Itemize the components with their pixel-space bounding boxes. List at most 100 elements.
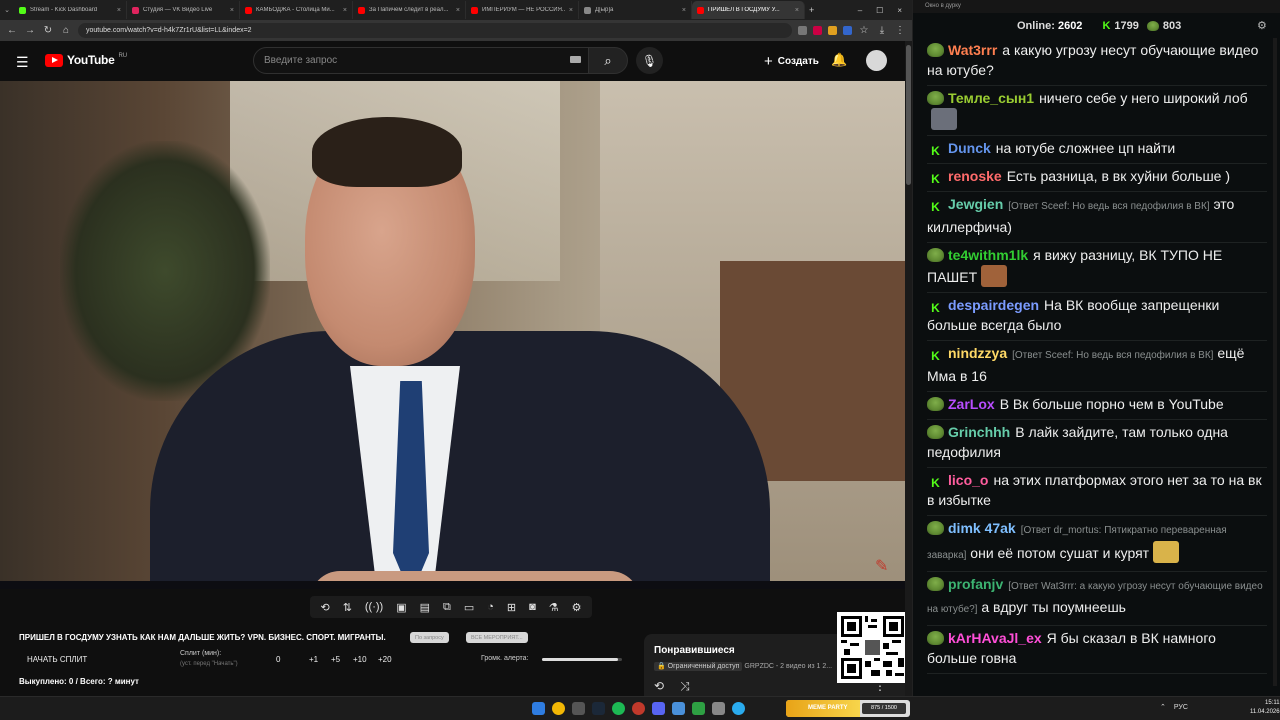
url-field[interactable]: youtube.com/watch?v=d-h4k7Zr1rU&list=LL&… (78, 23, 792, 38)
youtube-logo[interactable]: YouTube RU (45, 53, 127, 67)
watch-later-icon[interactable]: ▣ (396, 601, 406, 614)
discord-icon[interactable] (652, 702, 665, 715)
reload-icon[interactable]: ↻ (42, 25, 54, 36)
tab-close-icon[interactable]: × (456, 7, 460, 14)
chat-username[interactable]: despairdegen (948, 297, 1039, 313)
chat-username[interactable]: Jewgien (948, 196, 1003, 212)
alert-volume-slider[interactable] (542, 658, 622, 661)
app-icon[interactable] (632, 702, 645, 715)
picture-in-picture-icon[interactable]: ⧉ (443, 601, 451, 614)
app-icon[interactable] (712, 702, 725, 715)
avatar[interactable] (866, 50, 887, 71)
search-input[interactable]: Введите запрос (253, 47, 591, 74)
tab-favicon-icon (19, 6, 26, 14)
tag-pill[interactable]: ВСЕ МЕРОПРИЯТ... (466, 632, 528, 643)
maximize-button[interactable]: ☐ (876, 6, 883, 15)
tray-chevron-icon[interactable]: ⌃ (1160, 703, 1166, 711)
chat-username[interactable]: Dunck (948, 140, 991, 156)
extension-icon[interactable] (798, 26, 807, 35)
meme-party-widget[interactable]: MEME PARTY 875 / 1500 (786, 700, 910, 717)
tab-close-icon[interactable]: × (795, 7, 799, 14)
chat-username[interactable]: te4withm1lk (948, 247, 1028, 263)
loop-icon[interactable]: ⟲ (320, 601, 329, 614)
chat-username[interactable]: dimk 47ak (948, 520, 1016, 536)
speed-icon[interactable]: ◔ (487, 601, 494, 613)
voice-search-button[interactable]: 🎙 (636, 47, 663, 74)
split-add-10-button[interactable]: +10 (353, 655, 367, 664)
tag-pill[interactable]: По запросу (410, 632, 449, 643)
app-icon[interactable] (692, 702, 705, 715)
spotify-icon[interactable] (612, 702, 625, 715)
add-icon[interactable]: ⊞ (507, 601, 516, 614)
browser-tab[interactable]: Stream - Kick Dashboard × (14, 1, 127, 19)
chat-username[interactable]: renoske (948, 168, 1002, 184)
sort-icon[interactable]: ⇅ (343, 601, 352, 614)
browser-tab[interactable]: Д[ыр]а × (579, 1, 692, 19)
chat-username[interactable]: nindzzya (948, 345, 1007, 361)
split-add-5-button[interactable]: +5 (331, 655, 340, 664)
chat-username[interactable]: lico_o (948, 472, 988, 488)
tab-close-icon[interactable]: × (682, 7, 686, 14)
chat-settings-gear-icon[interactable]: ⚙ (1257, 19, 1267, 32)
close-window-button[interactable]: × (897, 6, 902, 15)
settings-gear-icon[interactable]: ⚙ (572, 601, 582, 614)
extension-icon[interactable] (843, 26, 852, 35)
obs-icon[interactable] (672, 702, 685, 715)
clapper-icon[interactable]: ▤ (420, 601, 430, 614)
tab-title: Д[ыр]а (595, 7, 614, 13)
language-indicator[interactable]: РУС (1174, 704, 1188, 711)
chrome-icon[interactable] (552, 702, 565, 715)
keyboard-icon[interactable] (570, 56, 581, 63)
chat-username[interactable]: ZarLox (948, 396, 995, 412)
page-scrollbar-thumb[interactable] (906, 45, 911, 185)
chat-emote (1153, 541, 1180, 563)
home-icon[interactable]: ⌂ (60, 25, 72, 36)
notifications-bell-icon[interactable]: 🔔 (831, 52, 847, 68)
hamburger-menu-icon[interactable]: ☰ (16, 54, 29, 71)
browser-tab[interactable]: За Папичем следит в реал... × (353, 1, 466, 19)
theater-icon[interactable]: ▭ (464, 601, 474, 614)
tab-close-icon[interactable]: × (230, 7, 234, 14)
chat-username[interactable]: Wat3rrr (948, 42, 997, 58)
start-button-icon[interactable] (532, 702, 545, 715)
screenshot-icon[interactable]: ◙ (529, 601, 536, 613)
chat-username[interactable]: Grinchhh (948, 424, 1010, 440)
tab-search-icon[interactable]: ⌄ (0, 6, 14, 14)
steam-icon[interactable] (592, 702, 605, 715)
create-button[interactable]: + Создать (756, 48, 827, 74)
download-icon[interactable]: ⤓ (876, 25, 888, 36)
split-add-20-button[interactable]: +20 (378, 655, 392, 664)
back-icon[interactable]: ← (6, 25, 18, 36)
minimize-button[interactable]: – (858, 6, 862, 15)
browser-tab[interactable]: КАМБОДЖА - Столица Ми... × (240, 1, 353, 19)
split-value[interactable]: 0 (276, 655, 280, 664)
chat-message: ZarLox В Вк больше порно чем в YouTube (927, 392, 1267, 420)
shuffle-icon[interactable]: ⤨ (680, 679, 690, 694)
loop-playlist-icon[interactable]: ⟲ (654, 679, 664, 694)
split-add-1-button[interactable]: +1 (309, 655, 318, 664)
chat-username[interactable]: kArHAvaJl_ex (948, 630, 1042, 646)
video-player[interactable]: ✎ (0, 81, 905, 589)
bookmark-star-icon[interactable]: ☆ (858, 25, 870, 36)
broadcast-icon[interactable]: ((·)) (365, 601, 383, 613)
extension-icon[interactable] (813, 26, 822, 35)
tab-close-icon[interactable]: × (117, 7, 121, 14)
browser-tab[interactable]: ИМПЕРИУМ — НЕ РОССИЯ... × (466, 1, 579, 19)
tab-close-icon[interactable]: × (343, 7, 347, 14)
chat-username[interactable]: profanjv (948, 576, 1003, 592)
new-tab-button[interactable]: + (809, 5, 814, 15)
browser-tab[interactable]: Студия — VK Видео Live × (127, 1, 240, 19)
tab-close-icon[interactable]: × (569, 7, 573, 14)
chat-scrollbar[interactable] (1273, 38, 1277, 686)
extension-icon[interactable] (828, 26, 837, 35)
search-button[interactable]: ⌕ (588, 47, 628, 74)
clock[interactable]: 15:11 11.04.2026 (1250, 699, 1280, 717)
menu-dots-icon[interactable]: ⋮ (894, 25, 906, 36)
browser-tab[interactable]: ПРИШЕЛ В ГОСДУМУ У... × (692, 1, 805, 19)
telegram-icon[interactable] (732, 702, 745, 715)
terminal-icon[interactable] (572, 702, 585, 715)
flask-icon[interactable]: ⚗ (549, 601, 559, 614)
start-split-button[interactable]: НАЧАТЬ СПЛИТ (27, 655, 87, 664)
chat-username[interactable]: Темле_сын1 (948, 90, 1034, 106)
forward-icon[interactable]: → (24, 25, 36, 36)
